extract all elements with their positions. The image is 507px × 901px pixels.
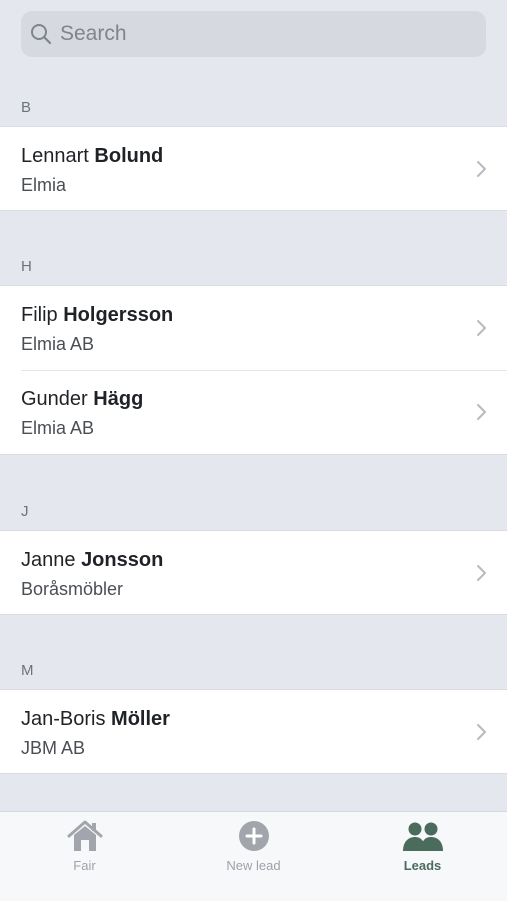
- search-placeholder: Search: [60, 22, 127, 45]
- list-item-filip-holgersson[interactable]: Filip Holgersson Elmia AB: [0, 285, 507, 370]
- first-name: Gunder: [21, 388, 88, 410]
- chevron-right-icon: [477, 724, 486, 740]
- section-letter: M: [21, 662, 34, 679]
- section-header-b: B: [0, 82, 507, 126]
- tab-new-lead[interactable]: New lead: [169, 812, 338, 901]
- tab-label: Leads: [403, 858, 442, 873]
- last-name: Möller: [111, 708, 170, 730]
- chevron-right-icon: [477, 565, 486, 581]
- row-divider: [21, 370, 507, 371]
- contact-company: Boråsmöbler: [21, 579, 124, 599]
- chevron-right-icon: [477, 161, 486, 177]
- tab-label: New lead: [226, 858, 281, 873]
- first-name: Lennart: [21, 145, 89, 167]
- people-icon: [402, 822, 443, 851]
- last-name: Hägg: [93, 388, 144, 410]
- last-name: Bolund: [94, 145, 164, 167]
- chevron-right-icon: [477, 404, 486, 420]
- last-name: Jonsson: [81, 549, 164, 571]
- first-name: Janne: [21, 549, 76, 571]
- last-name: Holgersson: [63, 304, 174, 326]
- first-name: Jan-Boris: [21, 708, 106, 730]
- contact-company: Elmia AB: [21, 418, 95, 438]
- chevron-right-icon: [477, 320, 486, 336]
- contact-name: Lennart Bolund: [21, 145, 163, 168]
- plus-circle-icon: [238, 821, 269, 851]
- tab-leads[interactable]: Leads: [338, 812, 507, 901]
- list-item-janne-jonsson[interactable]: Janne Jonsson Boråsmöbler: [0, 530, 507, 615]
- contact-company: Elmia: [21, 175, 67, 195]
- tab-fair[interactable]: Fair: [0, 812, 169, 901]
- search-area: Search: [0, 0, 507, 82]
- list-item-gunder-hagg[interactable]: Gunder Hägg Elmia AB: [0, 370, 507, 455]
- contact-name: Filip Holgersson: [21, 304, 173, 327]
- contact-name: Janne Jonsson: [21, 549, 163, 572]
- search-icon: [31, 24, 52, 45]
- section-letter: J: [21, 503, 29, 520]
- contact-company: Elmia AB: [21, 334, 95, 354]
- section-header-h: H: [0, 241, 507, 285]
- first-name: Filip: [21, 304, 58, 326]
- list-item-lennart-bolund[interactable]: Lennart Bolund Elmia: [0, 126, 507, 211]
- contact-company: JBM AB: [21, 738, 86, 758]
- section-header-j: J: [0, 486, 507, 530]
- tab-bar: Fair New lead Leads: [0, 811, 507, 901]
- search-input[interactable]: Search: [21, 11, 486, 57]
- contact-name: Gunder Hägg: [21, 388, 143, 411]
- contact-name: Jan-Boris Möller: [21, 708, 170, 731]
- tab-label: Fair: [73, 858, 96, 873]
- section-letter: B: [21, 99, 32, 116]
- list-item-jan-boris-moller[interactable]: Jan-Boris Möller JBM AB: [0, 689, 507, 774]
- section-header-m: M: [0, 645, 507, 689]
- house-icon: [67, 820, 102, 851]
- section-letter: H: [21, 258, 32, 275]
